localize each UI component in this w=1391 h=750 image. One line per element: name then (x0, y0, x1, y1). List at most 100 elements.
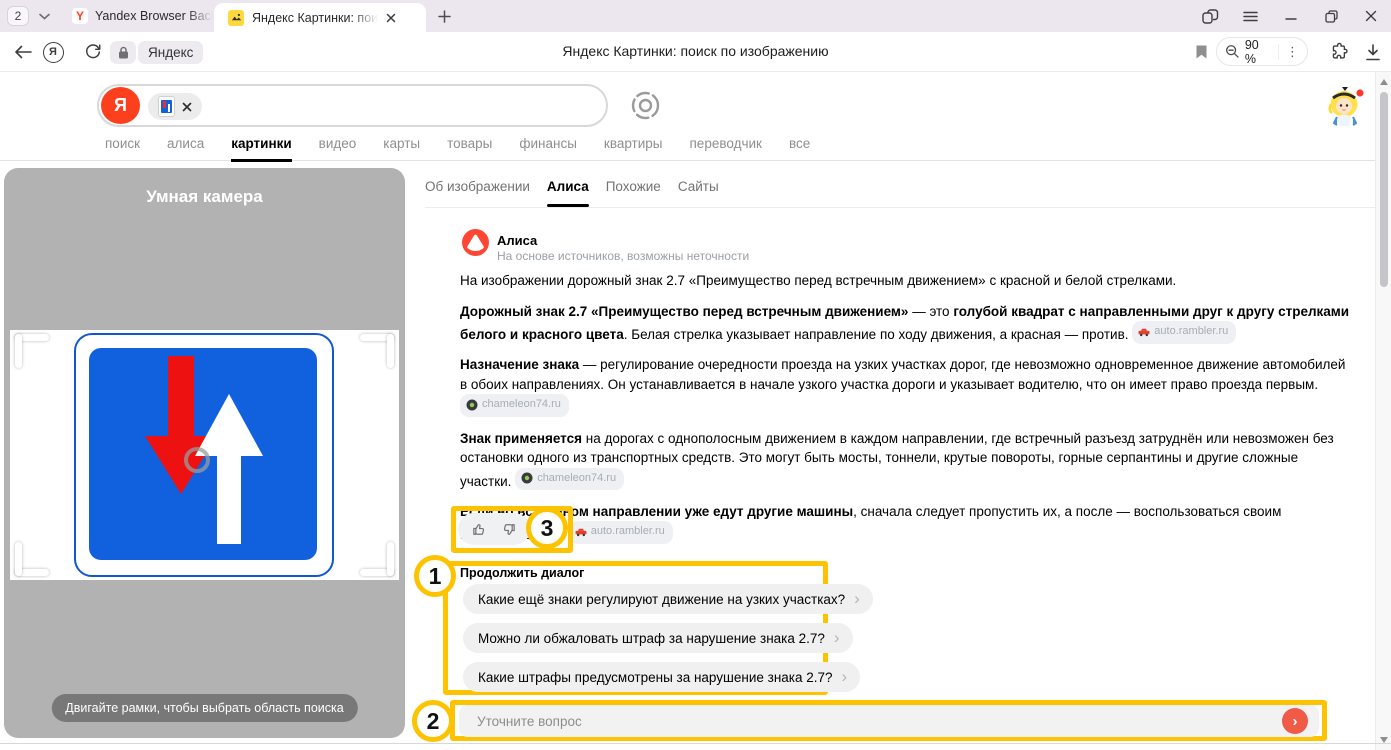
nav-tab-видео[interactable]: видео (319, 136, 357, 162)
suggestion-chip[interactable]: Какие штрафы предусмотрены за нарушение … (463, 662, 860, 692)
tab-yandex-browser-background[interactable]: Y Yandex Browser Backgrou (58, 0, 214, 32)
crop-handle-top-right[interactable] (360, 334, 394, 368)
menu-icon[interactable] (1238, 4, 1262, 28)
nav-tab-алиса[interactable]: алиса (167, 136, 204, 162)
road-sign-blue-square (89, 348, 317, 560)
send-chevron-icon: › (1293, 713, 1298, 730)
nav-tab-карты[interactable]: карты (383, 136, 420, 162)
searched-image[interactable] (10, 330, 399, 580)
service-nav: поиск алиса картинки видео карты товары финанс… (105, 136, 810, 162)
nav-tab-картинки[interactable]: картинки (231, 136, 291, 162)
new-tab-button[interactable] (432, 4, 456, 28)
zoom-menu-icon[interactable]: ⋮ (1278, 44, 1299, 60)
source-favicon-icon (466, 399, 478, 411)
crop-hint-tooltip: Двигайте рамки, чтобы выбрать область по… (51, 694, 357, 722)
bookmark-icon[interactable] (1188, 39, 1214, 65)
tab-close-icon[interactable] (386, 13, 396, 23)
restore-icon[interactable] (1319, 4, 1343, 28)
answer-paragraph: Дорожный знак 2.7 «Преимущество перед вс… (460, 302, 1352, 345)
smart-camera-panel: Умная камера Двигайте рамки, чтобы выбра… (4, 168, 405, 738)
suggestion-chip[interactable]: Какие ещё знаки регулируют движение на у… (463, 584, 873, 614)
nav-tab-квартиры[interactable]: квартиры (604, 136, 663, 162)
source-link-badge[interactable]: auto.rambler.ru (1132, 321, 1236, 344)
send-question-button[interactable]: › (1282, 708, 1308, 734)
remove-image-icon[interactable] (182, 102, 192, 112)
browser-window: 2 Y Yandex Browser Backgrou Яндекс Карти… (0, 0, 1391, 750)
results-tabs: Об изображении Алиса Похожие Сайты (425, 179, 1375, 208)
answer-text: — регулирование очередности проезда на у… (460, 357, 1345, 392)
yandex-browser-icon: Y (72, 8, 88, 24)
red-down-arrow (145, 356, 217, 494)
user-avatar[interactable] (1323, 84, 1367, 130)
results-tab-Сайты[interactable]: Сайты (678, 179, 719, 194)
nav-tab-все[interactable]: все (789, 136, 810, 162)
source-favicon-icon (1138, 326, 1150, 338)
page-scrollbar[interactable] (1375, 72, 1391, 750)
nav-tab-товары[interactable]: товары (447, 136, 492, 162)
nav-tab-переводчик[interactable]: переводчик (690, 136, 762, 162)
assistant-name: Алиса (497, 233, 537, 248)
crop-handle-top-left[interactable] (15, 334, 49, 368)
continue-dialog-label: Продолжить диалог (460, 566, 584, 580)
source-domain: auto.rambler.ru (1154, 322, 1228, 342)
camera-panel-title: Умная камера (4, 187, 405, 207)
answer-paragraph: Назначение знака — регулирование очередн… (460, 355, 1352, 417)
answer-paragraph: На изображении дорожный знак 2.7 «Преиму… (460, 271, 1352, 291)
window-bottom-edge (0, 743, 1391, 744)
tab-yandex-images-active[interactable]: Яндекс Картинки: поис (214, 3, 426, 32)
tab-title-fade (352, 11, 378, 25)
suggestion-chips: Какие ещё знаки регулируют движение на у… (463, 584, 873, 692)
feedback-buttons (458, 513, 530, 545)
source-link-badge[interactable]: chameleon74.ru (460, 394, 569, 417)
toolbar: Я Яндекс Яндекс Картинки: поиск по изобр… (0, 32, 1391, 72)
results-tab-Об изображении[interactable]: Об изображении (425, 179, 530, 194)
search-input-field[interactable]: Я (97, 84, 608, 127)
tab-counter[interactable]: 2 (7, 6, 29, 26)
minimize-icon[interactable] (1279, 4, 1303, 28)
source-link-badge[interactable]: auto.rambler.ru (569, 521, 673, 544)
source-link-badge[interactable]: chameleon74.ru (515, 468, 624, 491)
nav-tab-финансы[interactable]: финансы (519, 136, 577, 162)
answer-paragraph: Если во встречном направлении уже едут д… (460, 502, 1352, 545)
results-tab-Похожие[interactable]: Похожие (606, 179, 661, 194)
clarify-question-input[interactable] (459, 705, 1319, 737)
tab-title-fade (187, 9, 213, 23)
callout-badge-2: 2 (412, 700, 454, 742)
suggestion-text: Какие ещё знаки регулируют движение на у… (478, 592, 845, 607)
close-window-icon[interactable] (1359, 4, 1383, 28)
callout-badge-1: 1 (414, 555, 456, 597)
crop-handle-bottom-right[interactable] (360, 542, 394, 576)
answer-paragraph: Знак применяется на дорогах с однополосн… (460, 429, 1352, 491)
answer-text: На изображении дорожный знак 2.7 «Преиму… (460, 273, 1176, 288)
query-image-thumbnail (158, 96, 175, 117)
extensions-icon[interactable] (1325, 39, 1351, 65)
alice-logo-icon (462, 229, 489, 256)
smart-camera-icon[interactable] (629, 89, 662, 127)
answer-text-bold: Дорожный знак 2.7 «Преимущество перед вс… (460, 304, 908, 319)
side-panels-icon[interactable] (1198, 4, 1222, 28)
answer-text: . Белая стрелка указывает направление по… (624, 327, 1133, 342)
nav-tab-поиск[interactable]: поиск (105, 136, 140, 162)
search-header: Я (0, 72, 1375, 161)
source-domain: chameleon74.ru (537, 469, 616, 489)
results-tab-Алиса[interactable]: Алиса (547, 179, 589, 194)
suggestion-text: Какие штрафы предусмотрены за нарушение … (478, 670, 833, 685)
suggestion-text: Можно ли обжаловать штраф за нарушение з… (478, 631, 825, 646)
thumbs-up-icon[interactable] (471, 521, 488, 538)
downloads-icon[interactable] (1360, 39, 1386, 65)
yandex-logo: Я (101, 87, 140, 124)
image-query-chip[interactable] (148, 93, 202, 120)
zoom-control[interactable]: 90 % ⋮ (1216, 37, 1308, 66)
assistant-answer: На изображении дорожный знак 2.7 «Преиму… (460, 271, 1352, 556)
suggestion-chip[interactable]: Можно ли обжаловать штраф за нарушение з… (463, 623, 853, 653)
crop-handle-bottom-left[interactable] (15, 542, 49, 576)
road-sign-2-7 (74, 333, 334, 577)
scroll-up-icon[interactable] (1380, 79, 1388, 85)
scrollbar-thumb[interactable] (1380, 92, 1388, 287)
tab-bar: 2 Y Yandex Browser Backgrou Яндекс Карти… (0, 0, 1391, 32)
zoom-level: 90 % (1245, 38, 1273, 66)
answer-text-bold: Знак применяется (460, 431, 582, 446)
tabs-chevron-down-icon[interactable] (32, 4, 56, 28)
chevron-right-icon: › (834, 629, 840, 648)
thumbs-down-icon[interactable] (500, 521, 517, 538)
